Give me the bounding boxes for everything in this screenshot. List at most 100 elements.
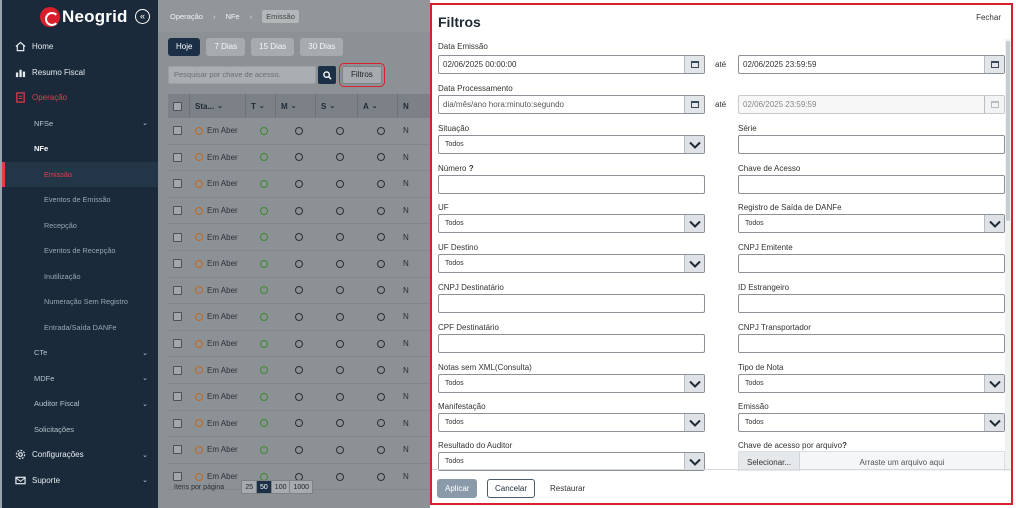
breadcrumb-operacao[interactable]: Operação bbox=[170, 12, 203, 21]
sidebar-item-recepcao[interactable]: Recepção bbox=[2, 213, 158, 239]
sidebar-item-solicitacoes[interactable]: Solicitações bbox=[2, 417, 158, 443]
page-size-25[interactable]: 25 bbox=[241, 480, 257, 494]
row-checkbox[interactable] bbox=[173, 152, 182, 162]
row-checkbox[interactable] bbox=[173, 445, 182, 455]
sidebar-item-operacao[interactable]: Operação bbox=[2, 85, 158, 111]
chave-acesso-input[interactable] bbox=[738, 175, 1005, 194]
table-row[interactable]: Em Aber N bbox=[168, 331, 430, 358]
sidebar-item-inutilizacao[interactable]: Inutilização bbox=[2, 264, 158, 290]
row-checkbox[interactable] bbox=[173, 339, 182, 349]
close-filters-button[interactable]: Fechar bbox=[976, 13, 1001, 22]
sidebar-item-home[interactable]: Home bbox=[2, 34, 158, 60]
table-row[interactable]: Em Aber N bbox=[168, 224, 430, 251]
calendar-icon[interactable] bbox=[684, 96, 704, 113]
period-30-days-button[interactable]: 30 Dias bbox=[300, 38, 344, 56]
cnpj-transportador-input[interactable] bbox=[738, 334, 1005, 353]
breadcrumb-nfe[interactable]: NFe bbox=[225, 12, 239, 21]
column-t[interactable]: T ⌄ bbox=[246, 94, 276, 118]
filters-button[interactable]: Filtros bbox=[339, 63, 385, 87]
row-checkbox[interactable] bbox=[173, 259, 182, 269]
sidebar-item-numeracao-sem-registro[interactable]: Numeração Sem Registro bbox=[2, 289, 158, 315]
search-input[interactable]: Pesquisar por chave de acesso. bbox=[168, 66, 316, 84]
sidebar-item-cte[interactable]: CTe ⌄ bbox=[2, 340, 158, 366]
data-processamento-from-field[interactable]: dia/mês/ano hora:minuto:segundo bbox=[438, 95, 705, 114]
sidebar-item-entrada-saida-danfe[interactable]: Entrada/Saída DANFe bbox=[2, 315, 158, 341]
table-row[interactable]: Em Aber N bbox=[168, 411, 430, 438]
scrollbar-thumb[interactable] bbox=[1006, 41, 1010, 221]
table-row[interactable]: Em Aber N bbox=[168, 198, 430, 225]
sidebar-item-nfe[interactable]: NFe bbox=[2, 136, 158, 162]
table-row[interactable]: Em Aber N bbox=[168, 145, 430, 172]
column-n[interactable]: N bbox=[398, 94, 430, 118]
collapse-sidebar-button[interactable]: « bbox=[135, 9, 150, 24]
id-estrangeiro-input[interactable] bbox=[738, 294, 1005, 313]
uf-destino-select[interactable]: Todos bbox=[438, 254, 705, 273]
table-row[interactable]: Em Aber N bbox=[168, 384, 430, 411]
calendar-icon[interactable] bbox=[684, 56, 704, 73]
sidebar-item-mdfe[interactable]: MDFe ⌄ bbox=[2, 366, 158, 392]
table-row[interactable]: Em Aber N bbox=[168, 118, 430, 145]
file-drop-zone[interactable]: Arraste um arquivo aqui bbox=[800, 458, 1004, 467]
column-a[interactable]: A ⌄ bbox=[358, 94, 398, 118]
reset-button[interactable]: Restaurar bbox=[550, 484, 585, 493]
column-status[interactable]: Sta... ⌄ bbox=[190, 94, 246, 118]
a-cell bbox=[358, 179, 398, 188]
emissao-select[interactable]: Todos bbox=[738, 413, 1005, 432]
row-checkbox[interactable] bbox=[173, 418, 182, 428]
cnpj-destinatario-input[interactable] bbox=[438, 294, 705, 313]
select-all-checkbox[interactable] bbox=[173, 101, 182, 111]
table-row[interactable]: Em Aber N bbox=[168, 357, 430, 384]
sidebar-item-eventos-recepcao[interactable]: Eventos de Recepção bbox=[2, 238, 158, 264]
sidebar-item-emissao[interactable]: Emissão bbox=[2, 161, 158, 187]
filters-scrollbar[interactable] bbox=[1005, 39, 1011, 471]
sidebar-item-eventos-emissao[interactable]: Eventos de Emissão bbox=[2, 187, 158, 213]
row-checkbox[interactable] bbox=[173, 126, 182, 136]
table-row[interactable]: Em Aber N bbox=[168, 437, 430, 464]
data-emissao-from-field[interactable]: 02/06/2025 00:00:00 bbox=[438, 55, 705, 74]
page-size-100[interactable]: 100 bbox=[270, 480, 291, 494]
uf-select[interactable]: Todos bbox=[438, 214, 705, 233]
tipo-nota-select[interactable]: Todos bbox=[738, 374, 1005, 393]
table-row[interactable]: Em Aber N bbox=[168, 171, 430, 198]
numero-help-icon[interactable]: ? bbox=[469, 164, 474, 173]
row-checkbox[interactable] bbox=[173, 312, 182, 322]
numero-input[interactable] bbox=[438, 175, 705, 194]
empty-status-icon bbox=[335, 179, 344, 188]
calendar-icon[interactable] bbox=[984, 56, 1004, 73]
notas-sem-xml-select[interactable]: Todos bbox=[438, 374, 705, 393]
sidebar-item-nfse[interactable]: NFSe ⌄ bbox=[2, 111, 158, 137]
chave-arquivo-help-icon[interactable]: ? bbox=[842, 441, 847, 450]
sidebar-item-configuracoes[interactable]: Configurações ⌄ bbox=[2, 442, 158, 468]
file-picker[interactable]: Selecionar... Arraste um arquivo aqui bbox=[738, 451, 1005, 471]
row-checkbox[interactable] bbox=[173, 365, 182, 375]
page-size-1000[interactable]: 1000 bbox=[289, 480, 314, 494]
row-checkbox[interactable] bbox=[173, 392, 182, 402]
apply-button[interactable]: Aplicar bbox=[437, 479, 478, 498]
page-size-50[interactable]: 50 bbox=[256, 480, 272, 494]
search-button[interactable] bbox=[318, 66, 336, 84]
table-row[interactable]: Em Aber N bbox=[168, 251, 430, 278]
row-checkbox[interactable] bbox=[173, 285, 182, 295]
row-checkbox[interactable] bbox=[173, 179, 182, 189]
cpf-destinatario-input[interactable] bbox=[438, 334, 705, 353]
cancel-button[interactable]: Cancelar bbox=[487, 479, 536, 498]
row-checkbox[interactable] bbox=[173, 232, 182, 242]
situacao-select[interactable]: Todos bbox=[438, 135, 705, 154]
column-m[interactable]: M ⌄ bbox=[276, 94, 316, 118]
registro-saida-select[interactable]: Todos bbox=[738, 214, 1005, 233]
table-row[interactable]: Em Aber N bbox=[168, 278, 430, 305]
empty-status-icon bbox=[294, 233, 303, 242]
serie-input[interactable] bbox=[738, 135, 1005, 154]
data-emissao-to-field[interactable]: 02/06/2025 23:59:59 bbox=[738, 55, 1005, 74]
sidebar-item-suporte[interactable]: Suporte ⌄ bbox=[2, 468, 158, 494]
table-row[interactable]: Em Aber N bbox=[168, 304, 430, 331]
sidebar-item-resumo-fiscal[interactable]: Resumo Fiscal bbox=[2, 60, 158, 86]
period-today-button[interactable]: Hoje bbox=[168, 38, 201, 56]
sidebar-item-auditor-fiscal[interactable]: Auditor Fiscal ⌄ bbox=[2, 391, 158, 417]
period-15-days-button[interactable]: 15 Dias bbox=[251, 38, 295, 56]
row-checkbox[interactable] bbox=[173, 206, 182, 216]
manifestacao-select[interactable]: Todos bbox=[438, 413, 705, 432]
period-7-days-button[interactable]: 7 Dias bbox=[206, 38, 246, 56]
column-s[interactable]: S ⌄ bbox=[316, 94, 358, 118]
cnpj-emitente-input[interactable] bbox=[738, 254, 1005, 273]
